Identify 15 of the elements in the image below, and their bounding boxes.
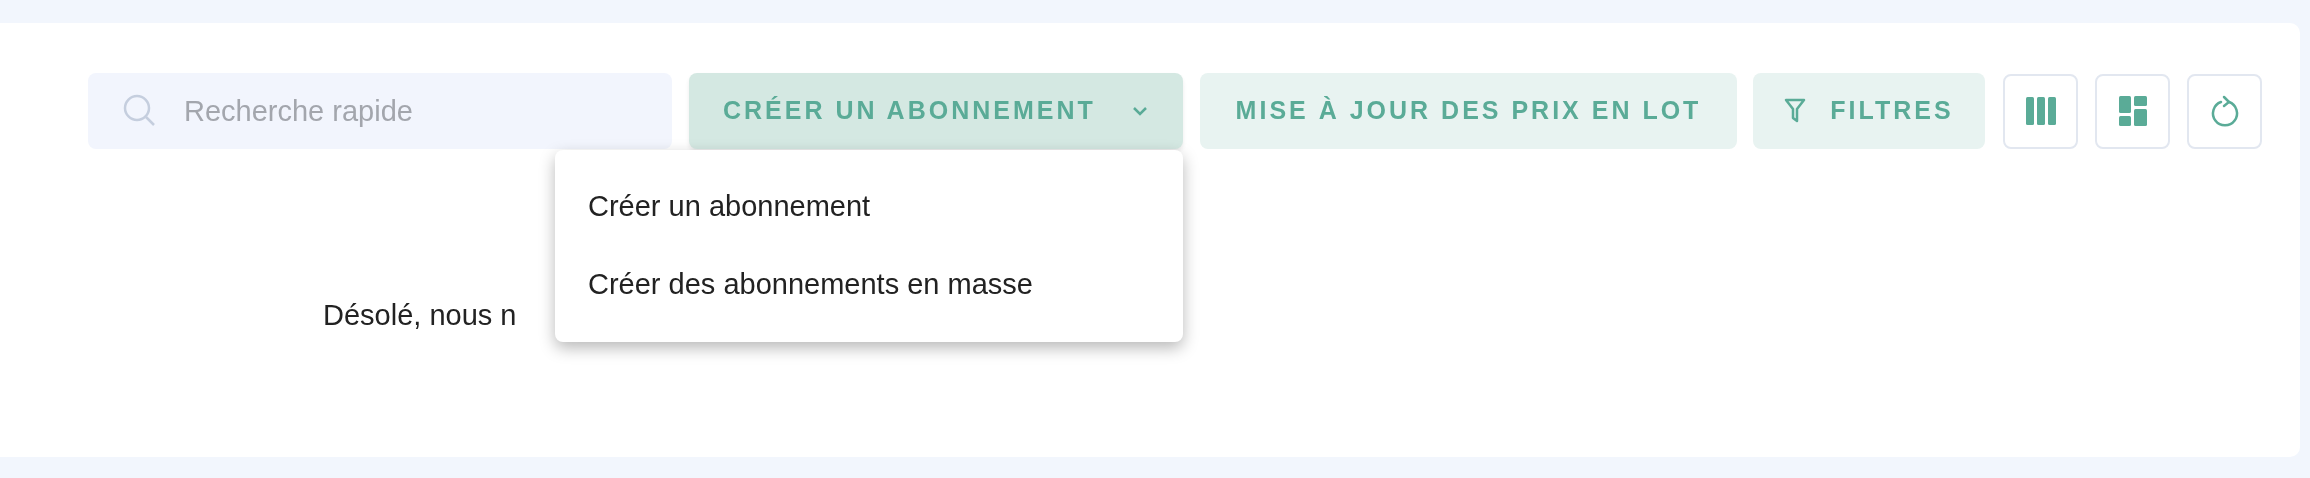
- chevron-down-icon: [1131, 105, 1149, 117]
- columns-icon: [2025, 97, 2056, 125]
- menu-item[interactable]: Créer des abonnements en masse: [555, 246, 1183, 324]
- filters-button[interactable]: FILTRES: [1753, 73, 1985, 149]
- refresh-icon: [2209, 95, 2240, 127]
- create-subscription-button[interactable]: CRÉER UN ABONNEMENT: [689, 73, 1183, 149]
- columns-button[interactable]: [2003, 73, 2078, 149]
- menu-item[interactable]: Créer un abonnement: [555, 168, 1183, 246]
- bulk-price-update-button[interactable]: MISE À JOUR DES PRIX EN LOT: [1200, 73, 1737, 149]
- empty-message: Désolé, nous n: [323, 299, 517, 331]
- filter-icon: [1784, 98, 1807, 124]
- dashboard-icon: [2118, 96, 2147, 126]
- search-field[interactable]: Recherche rapide: [88, 73, 672, 149]
- refresh-button[interactable]: [2187, 73, 2262, 149]
- layout-button[interactable]: [2095, 73, 2170, 149]
